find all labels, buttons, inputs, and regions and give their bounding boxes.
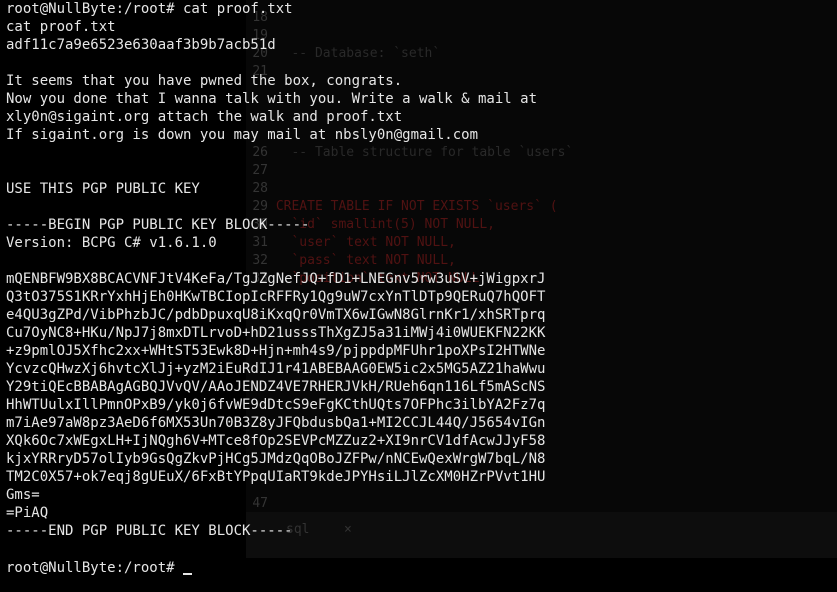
terminal-line: Cu7OyNC8+HKu/NpJ7j8mxDTLrvoD+hD21usssThX…: [6, 325, 546, 341]
terminal-prompt[interactable]: root@NullByte:/root#: [6, 559, 193, 577]
terminal-line: Y29tiQEcBBABAgAGBQJVvQV/AAoJENDZ4VE7RHER…: [6, 379, 546, 395]
terminal-output: root@NullByte:/root# cat proof.txt cat pr…: [6, 0, 545, 558]
terminal-line: adf11c7a9e6523e630aaf3b9b7acb51d: [6, 37, 276, 53]
terminal-line: Now you done that I wanna talk with you.…: [6, 91, 538, 107]
terminal-line: USE THIS PGP PUBLIC KEY: [6, 181, 200, 197]
terminal-line: -----BEGIN PGP PUBLIC KEY BLOCK-----: [6, 217, 310, 233]
text-cursor: [183, 573, 193, 575]
terminal-line: YcvzcQHwzXj6hvtcXlJj+yzM2iEuRdIJ1r41ABEB…: [6, 361, 546, 377]
terminal-line: If sigaint.org is down you may mail at n…: [6, 127, 479, 143]
terminal-line: +z9pmlOJ5Xfhc2xx+WHtST53Ewk8D+Hjn+mh4s9/…: [6, 343, 546, 359]
terminal-line: HhWTUulxIllPmnOPxB9/yk0j6fvWE9dDtcS9eFgK…: [6, 397, 546, 413]
terminal-line: cat proof.txt: [6, 19, 116, 35]
terminal-line: e4QU3gZPd/VibPhzbJC/pdbDpuxqU8iKxqQr0VmT…: [6, 307, 546, 323]
terminal-line: mQENBFW9BX8BCACVNFJtV4KeFa/TgJZgNefJQ+fD…: [6, 271, 546, 287]
prompt-text: root@NullByte:/root#: [6, 560, 184, 576]
terminal-line: Version: BCPG C# v1.6.1.0: [6, 235, 217, 251]
terminal-line: It seems that you have pwned the box, co…: [6, 73, 403, 89]
terminal-line: m7iAe97aW8pz3AeD6f6MX53Un70B3Z8yJFQbdusb…: [6, 415, 546, 431]
terminal-line: root@NullByte:/root# cat proof.txt: [6, 1, 293, 17]
terminal-line: TM2C0X57+ok7eqj8gUEuX/6FxBtYPpqUIaRT9kde…: [6, 469, 546, 485]
terminal-line: xly0n@sigaint.org attach the walk and pr…: [6, 109, 403, 125]
terminal-line: kjxYRRryD57olIyb9GsQgZkvPjHCg5JMdzQqOBoJ…: [6, 451, 546, 467]
terminal-line: Gms=: [6, 487, 40, 503]
terminal-line: XQk6Oc7xWEgxLH+IjNQgh6V+MTce8fOp2SEVPcMZ…: [6, 433, 546, 449]
terminal-line: =PiAQ: [6, 505, 49, 521]
terminal-line: -----END PGP PUBLIC KEY BLOCK-----: [6, 523, 293, 539]
terminal-line: Q3tO375S1KRrYxhHjEh0HKwTBCIopIcRFFRy1Qg9…: [6, 289, 546, 305]
